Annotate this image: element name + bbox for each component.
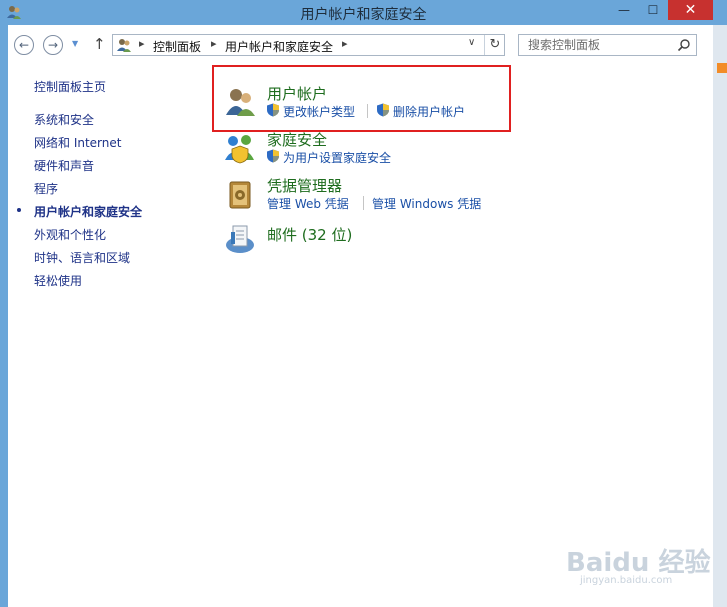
background-window-edge — [713, 25, 727, 607]
mail-icon[interactable] — [224, 223, 256, 255]
breadcrumb-user-accounts[interactable]: 用户帐户和家庭安全 — [225, 38, 333, 55]
link-separator — [363, 196, 364, 210]
category-title-mail[interactable]: 邮件 (32 位) — [267, 224, 352, 245]
breadcrumb-control-panel[interactable]: 控制面板 — [153, 38, 201, 55]
address-dropdown-icon[interactable]: ∨ — [468, 37, 475, 48]
category-title-credential-manager[interactable]: 凭据管理器 — [267, 175, 342, 196]
control-panel-window: ← → ▼ ↑ ▸ 控制面板 ▸ 用户帐户和家庭安全 ▸ ∨ ↻ 控制面板主页 … — [8, 25, 713, 607]
manage-windows-credentials-link[interactable]: 管理 Windows 凭据 — [372, 195, 481, 212]
manage-web-credentials-link[interactable]: 管理 Web 凭据 — [267, 195, 349, 212]
sidebar-item-hardware-sound[interactable]: 硬件和声音 — [34, 157, 94, 174]
sidebar-item-network[interactable]: 网络和 Internet — [34, 134, 121, 151]
up-button[interactable]: ↑ — [93, 35, 106, 53]
search-icon[interactable] — [677, 38, 691, 52]
credential-manager-icon[interactable] — [224, 179, 256, 211]
active-item-bullet — [17, 208, 21, 212]
breadcrumb-separator-icon[interactable]: ▸ — [342, 37, 348, 50]
close-button[interactable]: ✕ — [668, 0, 713, 20]
family-safety-icon[interactable] — [224, 132, 256, 164]
sidebar-item-appearance[interactable]: 外观和个性化 — [34, 226, 106, 243]
background-app-icon — [717, 63, 727, 73]
sidebar-home-link[interactable]: 控制面板主页 — [34, 78, 106, 95]
uac-shield-icon — [267, 149, 279, 163]
watermark-url: jingyan.baidu.com — [580, 575, 673, 586]
highlight-box — [212, 65, 511, 132]
sidebar-item-programs[interactable]: 程序 — [34, 180, 58, 197]
title-bar: 用户帐户和家庭安全 — ☐ ✕ — [0, 0, 727, 25]
set-up-family-safety-link[interactable]: 为用户设置家庭安全 — [283, 149, 391, 166]
search-input[interactable] — [519, 35, 678, 55]
sidebar-item-clock-language[interactable]: 时钟、语言和区域 — [34, 249, 130, 266]
search-box[interactable] — [518, 34, 697, 56]
back-button[interactable]: ← — [14, 35, 34, 55]
sidebar-item-ease-of-access[interactable]: 轻松使用 — [34, 272, 82, 289]
category-title-family-safety[interactable]: 家庭安全 — [267, 129, 327, 150]
control-panel-icon — [117, 39, 131, 52]
sidebar-item-system-security[interactable]: 系统和安全 — [34, 111, 94, 128]
address-bar[interactable]: ▸ 控制面板 ▸ 用户帐户和家庭安全 ▸ ∨ ↻ — [112, 34, 505, 56]
breadcrumb-separator-icon[interactable]: ▸ — [139, 37, 145, 50]
breadcrumb-separator-icon[interactable]: ▸ — [211, 37, 217, 50]
refresh-button[interactable]: ↻ — [484, 35, 505, 55]
maximize-button[interactable]: ☐ — [640, 0, 666, 20]
forward-button[interactable]: → — [43, 35, 63, 55]
minimize-button[interactable]: — — [612, 0, 636, 20]
watermark: Baidu 经验 — [566, 548, 711, 578]
sidebar-item-user-accounts[interactable]: 用户帐户和家庭安全 — [34, 203, 142, 220]
recent-locations-icon[interactable]: ▼ — [72, 39, 78, 48]
